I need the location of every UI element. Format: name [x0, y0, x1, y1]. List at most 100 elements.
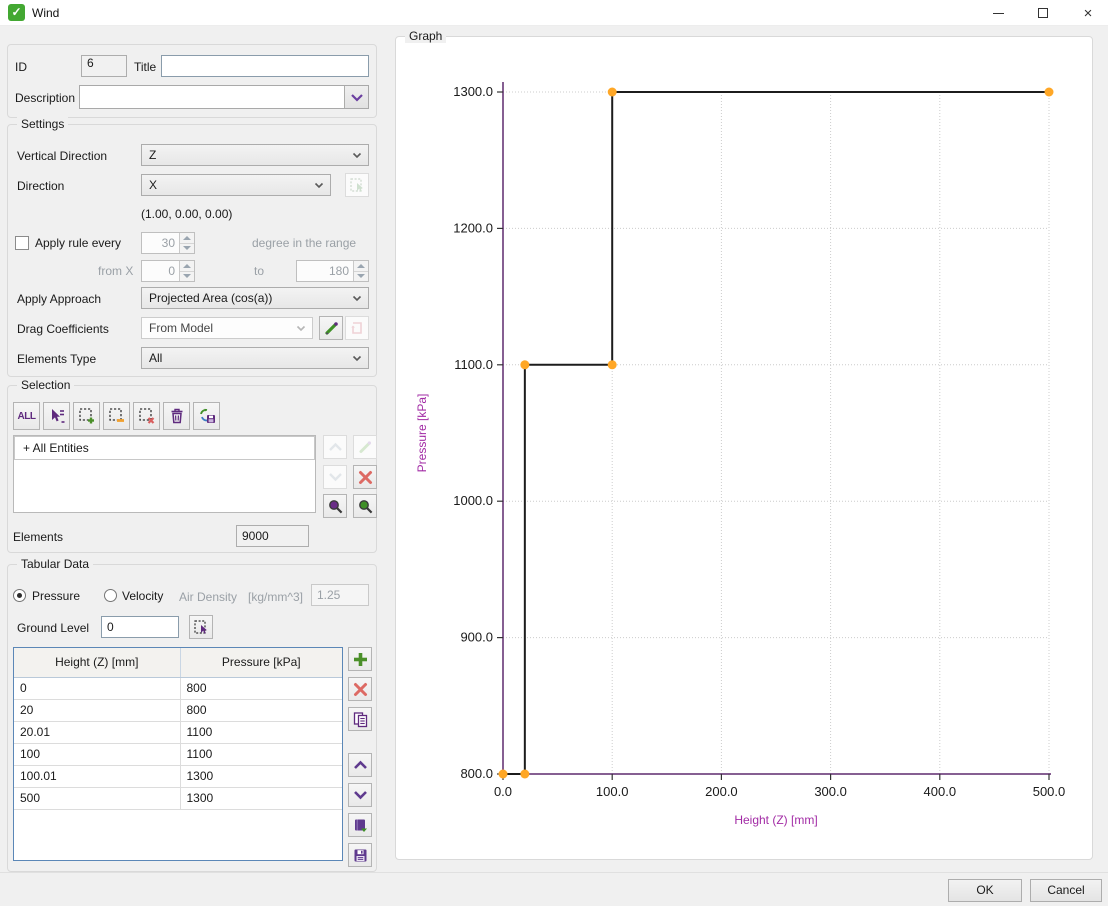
- header-groupbox: ID 6 Title Description: [7, 44, 377, 118]
- apply-approach-combobox[interactable]: Projected Area (cos(a)): [141, 287, 369, 309]
- chevron-down-icon: [314, 182, 324, 189]
- delete-selection-item-button[interactable]: [353, 465, 377, 489]
- chevron-up-icon: [328, 442, 343, 452]
- table-cell[interactable]: 20.01: [14, 721, 180, 743]
- ok-button[interactable]: OK: [948, 879, 1022, 902]
- remove-selection-button[interactable]: [133, 402, 160, 430]
- table-cell[interactable]: 800: [180, 677, 342, 699]
- velocity-radio[interactable]: [104, 589, 117, 602]
- table-cell[interactable]: 1100: [180, 721, 342, 743]
- description-combobox[interactable]: [79, 85, 369, 109]
- subtract-selection-button[interactable]: [103, 402, 130, 430]
- move-selection-up-button: [323, 435, 347, 459]
- move-row-up-button[interactable]: [348, 753, 372, 777]
- chevron-down-icon: [328, 472, 343, 482]
- pressure-radio[interactable]: [13, 589, 26, 602]
- table-cell[interactable]: 1300: [180, 787, 342, 809]
- ground-level-label: Ground Level: [17, 621, 89, 635]
- description-label: Description: [15, 91, 75, 105]
- add-selection-button[interactable]: [73, 402, 100, 430]
- selection-add-icon: [78, 407, 96, 425]
- spin-up-icon[interactable]: [354, 261, 368, 271]
- table-cell[interactable]: 500: [14, 787, 180, 809]
- table-cell[interactable]: 1300: [180, 765, 342, 787]
- range-to-spinner[interactable]: 180: [296, 260, 369, 282]
- table-row[interactable]: 1001100: [14, 743, 342, 765]
- title-input[interactable]: [161, 55, 369, 77]
- paste-table-button[interactable]: [348, 707, 372, 731]
- ground-level-pick-button[interactable]: [189, 615, 213, 639]
- ground-level-input[interactable]: [101, 616, 179, 638]
- svg-text:200.0: 200.0: [705, 784, 738, 799]
- svg-text:Height (Z) [mm]: Height (Z) [mm]: [734, 813, 817, 827]
- apply-rule-step-spinner[interactable]: 30: [141, 232, 195, 254]
- table-row[interactable]: 5001300: [14, 787, 342, 809]
- direction-combobox[interactable]: X: [141, 174, 331, 196]
- move-row-down-button[interactable]: [348, 783, 372, 807]
- svg-text:500.0: 500.0: [1033, 784, 1066, 799]
- minimize-button[interactable]: [978, 0, 1018, 26]
- spin-down-icon[interactable]: [180, 271, 194, 282]
- spin-down-icon[interactable]: [354, 271, 368, 282]
- delete-row-button[interactable]: [348, 677, 372, 701]
- pencil-icon: [323, 320, 340, 337]
- table-cell[interactable]: 100.01: [14, 765, 180, 787]
- add-row-button[interactable]: [348, 647, 372, 671]
- minimize-icon: [993, 13, 1004, 14]
- table-row[interactable]: 20.011100: [14, 721, 342, 743]
- spin-up-icon[interactable]: [180, 233, 194, 243]
- elements-label: Elements: [13, 530, 63, 544]
- elements-type-combobox[interactable]: All: [141, 347, 369, 369]
- chevron-down-icon: [352, 295, 362, 302]
- zoom-selection-button[interactable]: [323, 494, 347, 518]
- saved-selections-button[interactable]: [193, 402, 220, 430]
- spin-up-icon[interactable]: [180, 261, 194, 271]
- edit-drag-coefficients-button[interactable]: [319, 316, 343, 340]
- pressure-height-chart: 0.0100.0200.0300.0400.0500.0800.0900.010…: [396, 37, 1092, 859]
- table-cell[interactable]: 100: [14, 743, 180, 765]
- direction-label: Direction: [17, 179, 64, 193]
- cursor-list-icon: [48, 407, 66, 425]
- delete-x-icon: [353, 682, 368, 697]
- table-cell[interactable]: 1100: [180, 743, 342, 765]
- saved-selection-icon: [198, 407, 216, 425]
- column-header-pressure[interactable]: Pressure [kPa]: [180, 648, 342, 677]
- delete-x-icon: [358, 470, 373, 485]
- column-header-height[interactable]: Height (Z) [mm]: [14, 648, 180, 677]
- range-from-spinner[interactable]: 0: [141, 260, 195, 282]
- cancel-button[interactable]: Cancel: [1030, 879, 1102, 902]
- table-row[interactable]: 20800: [14, 699, 342, 721]
- select-by-list-button[interactable]: [43, 402, 70, 430]
- svg-text:800.0: 800.0: [460, 766, 493, 781]
- chevron-down-icon: [353, 790, 368, 800]
- table-cell[interactable]: 800: [180, 699, 342, 721]
- table-row[interactable]: 100.011300: [14, 765, 342, 787]
- table-cell[interactable]: 0: [14, 677, 180, 699]
- import-table-button[interactable]: [348, 813, 372, 837]
- list-item[interactable]: + All Entities: [14, 436, 315, 460]
- zoom-fit-button[interactable]: [353, 494, 377, 518]
- table-row[interactable]: 0800: [14, 677, 342, 699]
- spin-down-icon[interactable]: [180, 243, 194, 254]
- pick-from-model-icon: [349, 177, 366, 194]
- vertical-direction-combobox[interactable]: Z: [141, 144, 369, 166]
- chevron-down-icon: [350, 93, 364, 102]
- apply-rule-checkbox[interactable]: [15, 236, 29, 250]
- select-all-button[interactable]: ALL: [13, 402, 40, 430]
- id-field: 6: [81, 55, 127, 77]
- selection-listbox[interactable]: + All Entities: [13, 435, 316, 513]
- apply-rule-label: Apply rule every: [35, 236, 121, 250]
- pressure-table[interactable]: Height (Z) [mm] Pressure [kPa] 080020800…: [13, 647, 343, 861]
- magnifier-purple-icon: [327, 498, 344, 515]
- maximize-button[interactable]: [1023, 0, 1063, 26]
- table-cell[interactable]: 20: [14, 699, 180, 721]
- svg-text:0.0: 0.0: [494, 784, 512, 799]
- chevron-down-icon: [352, 355, 362, 362]
- close-button[interactable]: ×: [1068, 0, 1108, 26]
- apply-approach-label: Apply Approach: [17, 292, 101, 306]
- clear-selection-button[interactable]: [163, 402, 190, 430]
- elements-count-field: 9000: [236, 525, 309, 547]
- description-dropdown-button[interactable]: [344, 86, 368, 108]
- save-table-button[interactable]: [348, 843, 372, 867]
- clipboard-paste-icon: [352, 711, 369, 728]
